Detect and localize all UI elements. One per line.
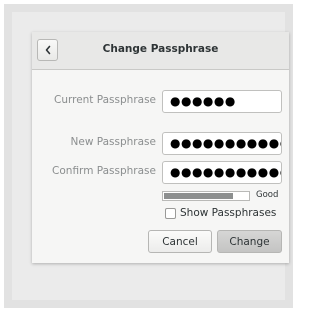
change-passphrase-dialog: Change Passphrase Current Passphrase ●●●… [32,32,289,263]
confirm-passphrase-field[interactable]: ●●●●●●●●●●●● [162,161,282,184]
confirm-passphrase-label: Confirm Passphrase [52,165,156,177]
dialog-title: Change Passphrase [102,43,219,55]
current-passphrase-label: Current Passphrase [53,94,156,106]
header-bar: Change Passphrase [32,32,289,70]
passphrase-strength-fill [164,193,233,199]
checkbox-box[interactable] [165,207,176,219]
current-passphrase-field[interactable]: ●●●●●● [162,90,282,113]
new-passphrase-label: New Passphrase [70,136,156,148]
screenshot-frame: Change Passphrase Current Passphrase ●●●… [4,4,293,308]
passphrase-strength-label: Good [256,190,279,200]
passphrase-strength-bar [162,191,250,201]
show-passphrases-checkbox[interactable]: Show Passphrases [165,207,276,219]
new-passphrase-field[interactable]: ●●●●●●●●●●●● [162,132,282,155]
show-passphrases-label: Show Passphrases [180,207,277,219]
cancel-button[interactable]: Cancel [148,230,212,253]
change-button[interactable]: Change [217,230,282,253]
